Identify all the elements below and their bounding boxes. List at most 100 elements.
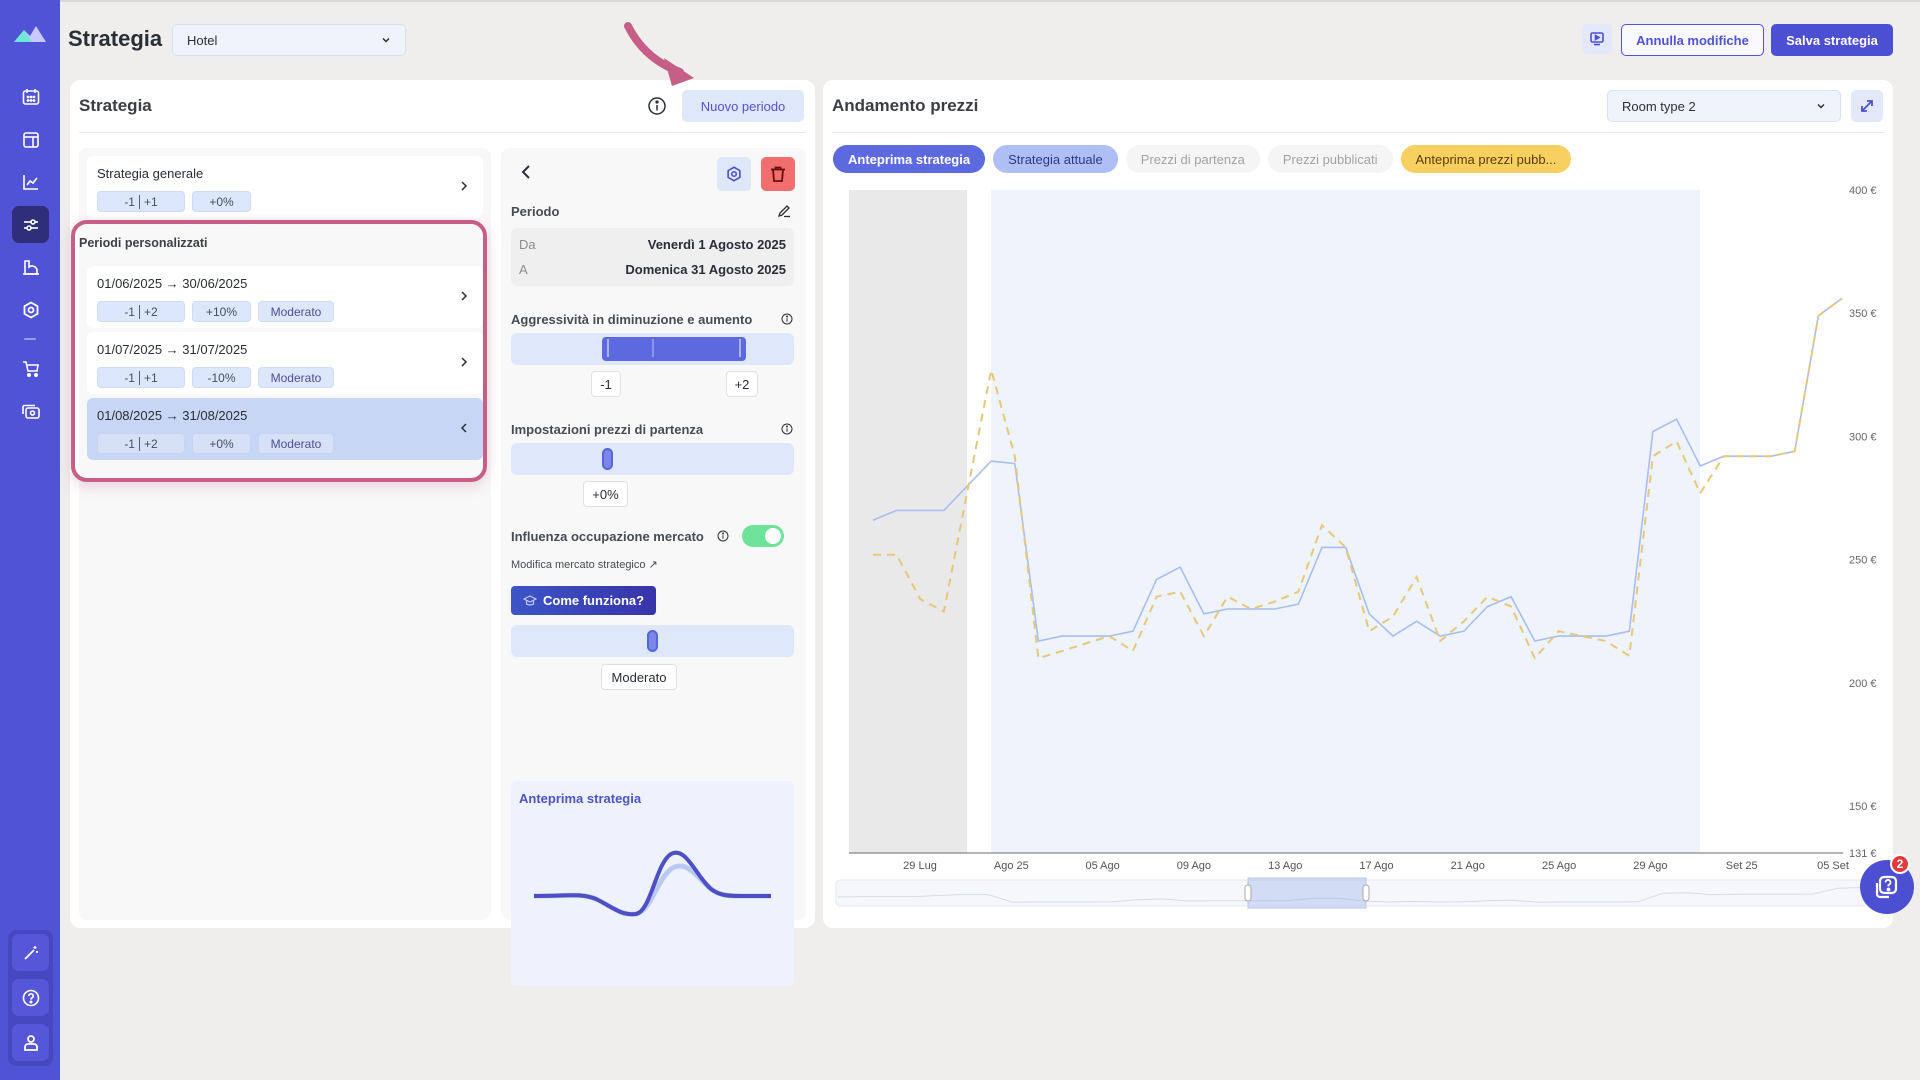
- sidebar-separator: [24, 338, 36, 340]
- annotation-arrow-icon: [624, 22, 694, 86]
- sidebar-item-magic[interactable]: [12, 934, 49, 971]
- chevron-down-icon: [382, 37, 390, 43]
- market-influence-label: Influenza occupazione mercato: [511, 529, 704, 544]
- pill-strategy-preview[interactable]: Anteprima strategia: [833, 145, 986, 173]
- how-it-works-button[interactable]: Come funziona?: [511, 586, 656, 615]
- delete-period-button[interactable]: [761, 157, 795, 191]
- edit-market-link[interactable]: Modifica mercato strategico ↗: [511, 558, 658, 571]
- info-icon[interactable]: [781, 423, 793, 435]
- top-border: [0, 0, 1920, 2]
- to-date: Domenica 31 Agosto 2025: [625, 262, 786, 277]
- chat-help-icon: [1875, 875, 1898, 899]
- general-strategy-item[interactable]: Strategia generale -1 +1 +0%: [87, 156, 483, 218]
- how-it-works-label: Come funziona?: [543, 593, 645, 608]
- range-tick: [652, 339, 654, 357]
- gear-icon: [727, 166, 741, 182]
- period-settings-button[interactable]: [717, 157, 751, 191]
- strategy-card: Strategia Nuovo periodo Strategia genera…: [70, 80, 815, 986]
- start-price-slider[interactable]: [511, 443, 794, 475]
- tutorial-video-button[interactable]: [1582, 24, 1612, 54]
- notification-badge: 2: [1890, 854, 1910, 874]
- logo-icon[interactable]: [14, 24, 46, 44]
- card-divider: [832, 132, 1884, 133]
- new-period-button[interactable]: Nuovo periodo: [682, 90, 804, 122]
- slider-thumb[interactable]: [647, 630, 658, 652]
- sidebar-item-strategy[interactable]: [12, 206, 49, 243]
- range-handle-min[interactable]: [607, 339, 609, 357]
- sliders-icon: [23, 218, 38, 231]
- video-icon: [1590, 32, 1604, 46]
- sidebar: [0, 0, 60, 1080]
- property-select-value: Hotel: [187, 32, 218, 48]
- prices-card-title: Andamento prezzi: [832, 96, 979, 115]
- mode-value: Moderato: [601, 664, 677, 690]
- edit-pencil-icon[interactable]: [777, 204, 791, 218]
- user-icon: [23, 1034, 38, 1051]
- pill-published-prices[interactable]: Prezzi pubblicati: [1267, 145, 1393, 173]
- room-type-value: Room type 2: [1622, 98, 1696, 114]
- range-handle-max[interactable]: [739, 339, 741, 357]
- strategy-info-button[interactable]: [646, 95, 668, 117]
- aggressiveness-range-slider[interactable]: [511, 333, 794, 365]
- gear-icon: [23, 300, 38, 319]
- expand-icon: [1861, 100, 1873, 112]
- slider-thumb[interactable]: [602, 448, 613, 470]
- agg-min-value: -1: [591, 371, 621, 397]
- start-price-value: +0%: [583, 481, 628, 507]
- sidebar-item-calendar[interactable]: [12, 78, 49, 115]
- market-influence-toggle[interactable]: [742, 525, 784, 547]
- cancel-changes-button[interactable]: Annulla modifiche: [1621, 24, 1764, 56]
- strategy-preview-curve: [533, 850, 771, 917]
- preview-curve-new: [533, 850, 771, 917]
- layout-icon: [22, 131, 39, 148]
- graduation-cap-icon: [523, 594, 537, 605]
- property-select[interactable]: Hotel: [172, 24, 406, 56]
- building-icon: [22, 259, 39, 275]
- aggressiveness-label: Aggressività in diminuzione e aumento: [511, 312, 753, 327]
- trash-icon: [771, 166, 785, 182]
- period-detail-panel: Periodo Da Venerdì 1 Agosto 2025 A Domenic…: [501, 148, 806, 986]
- sidebar-item-settings[interactable]: [12, 291, 49, 328]
- sidebar-item-layout[interactable]: [12, 121, 49, 158]
- custom-periods-highlight: [71, 220, 487, 482]
- pill-starting-prices[interactable]: Prezzi di partenza: [1125, 145, 1260, 173]
- card-divider: [79, 132, 806, 133]
- from-date: Venerdì 1 Agosto 2025: [647, 237, 786, 252]
- percent-tag: +0%: [192, 191, 251, 212]
- sidebar-item-property[interactable]: [12, 248, 49, 285]
- chart-line-icon: [22, 174, 38, 190]
- expand-chart-button[interactable]: [1851, 90, 1883, 122]
- sidebar-item-cart[interactable]: [12, 350, 49, 387]
- strategy-card-title: Strategia: [79, 96, 152, 115]
- agg-max-value: +2: [726, 371, 758, 397]
- cart-icon: [22, 360, 39, 377]
- pill-current-strategy[interactable]: Strategia attuale: [993, 145, 1118, 173]
- sidebar-item-analytics[interactable]: [12, 163, 49, 200]
- chevron-down-icon: [1817, 103, 1825, 109]
- agg-up: +1: [143, 194, 158, 209]
- prices-card: Andamento prezzi Room type 2 Anteprima s…: [823, 80, 1893, 928]
- info-icon[interactable]: [781, 313, 793, 325]
- general-strategy-label: Strategia generale: [97, 166, 204, 181]
- strategy-preview: Anteprima strategia: [511, 781, 794, 986]
- period-label: Periodo: [511, 204, 560, 219]
- agg-down: -1: [124, 194, 135, 209]
- sidebar-bottom-group: [8, 930, 53, 1066]
- mode-slider[interactable]: [511, 625, 794, 657]
- calendar-icon: [22, 88, 39, 105]
- start-price-label: Impostazioni prezzi di partenza: [511, 422, 704, 437]
- to-key: A: [519, 262, 528, 277]
- range-fill: [602, 337, 746, 361]
- help-icon: [22, 989, 39, 1006]
- save-strategy-button[interactable]: Salva strategia: [1771, 24, 1893, 56]
- info-icon[interactable]: [717, 530, 729, 542]
- room-type-select[interactable]: Room type 2: [1607, 90, 1841, 122]
- from-key: Da: [519, 237, 536, 252]
- back-arrow-icon[interactable]: [519, 164, 533, 180]
- sidebar-item-help[interactable]: [12, 979, 49, 1016]
- sidebar-item-payments[interactable]: [12, 393, 49, 430]
- sidebar-item-account[interactable]: [12, 1024, 49, 1061]
- pill-published-preview[interactable]: Anteprima prezzi pubb...: [1400, 145, 1572, 173]
- aggressiveness-tag: -1 +1: [97, 191, 185, 212]
- page-title: Strategia: [68, 26, 163, 51]
